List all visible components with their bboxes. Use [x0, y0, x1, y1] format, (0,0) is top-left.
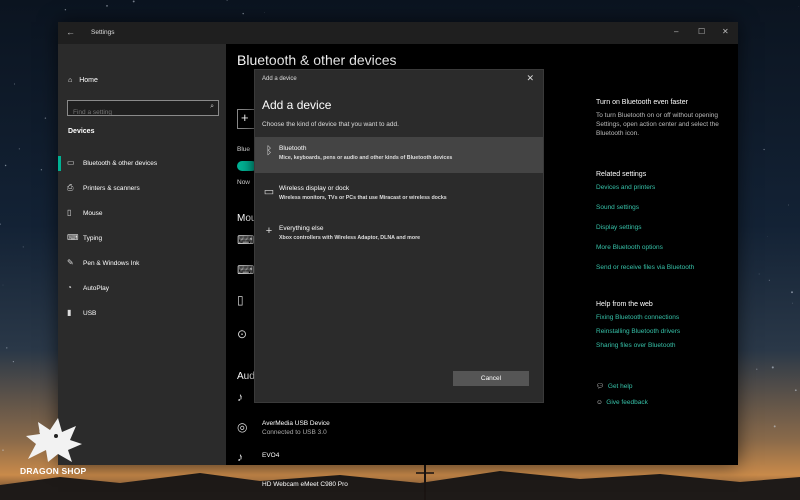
home-icon: ⌂	[68, 77, 73, 84]
related-settings-heading: Related settings	[596, 171, 647, 178]
speaker-icon: ♪	[237, 390, 243, 404]
sidebar-item-label: AutoPlay	[83, 285, 110, 292]
sidebar-item-pen[interactable]: ✎ Pen & Windows Ink	[58, 251, 226, 276]
sidebar: ⌂ Home ⌕ Devices ▭ Bluetooth & other dev…	[58, 44, 226, 465]
maximize-button[interactable]: ☐	[698, 27, 705, 36]
device-item[interactable]: EVO4	[262, 452, 279, 459]
link-reinstalling-drivers[interactable]: Reinstalling Bluetooth drivers	[596, 327, 736, 336]
get-help-label: Get help	[607, 383, 633, 390]
dialog-header: Add a device	[262, 76, 297, 82]
link-fixing-bluetooth[interactable]: Fixing Bluetooth connections	[596, 313, 736, 322]
autoplay-icon: ◔	[67, 283, 72, 292]
give-feedback-label: Give feedback	[606, 399, 648, 406]
printer-icon: ⎙	[67, 183, 74, 192]
device-name: EVO4	[262, 452, 280, 459]
sidebar-item-mouse[interactable]: ▯ Mouse	[58, 201, 226, 226]
dialog-title: Add a device	[262, 98, 332, 112]
window-title: Settings	[91, 29, 115, 36]
sidebar-item-label: USB	[83, 310, 97, 317]
keyboard-icon: ⌨	[237, 233, 255, 247]
dragon-shop-logo: DRAGON SHOP	[18, 414, 100, 484]
bluetooth-label: Blue	[237, 146, 251, 153]
dialog-subtitle: Choose the kind of device that you want …	[262, 121, 399, 128]
add-device-dialog: Add a device ✕ Add a device Choose the k…	[254, 69, 544, 403]
mouse-icon: ▯	[237, 293, 244, 307]
link-more-bluetooth-options[interactable]: More Bluetooth options	[596, 243, 736, 252]
feedback-icon: ☺	[596, 399, 603, 406]
cancel-button[interactable]: Cancel	[453, 371, 529, 386]
monitor-icon: ▭	[263, 186, 275, 198]
link-sharing-files[interactable]: Sharing files over Bluetooth	[596, 341, 736, 350]
sidebar-item-printers[interactable]: ⎙ Printers & scanners	[58, 176, 226, 201]
bluetooth-icon: ᛒ	[265, 145, 273, 157]
sidebar-section-heading: Devices	[68, 128, 95, 135]
sidebar-item-label: Typing	[83, 235, 103, 242]
dragon-icon	[26, 418, 82, 462]
give-feedback-link[interactable]: ☺ Give feedback	[596, 398, 736, 407]
sidebar-item-label: Bluetooth & other devices	[83, 160, 158, 167]
sidebar-nav: ▭ Bluetooth & other devices ⎙ Printers &…	[58, 151, 226, 326]
device-name: AverMedia USB Device	[262, 420, 330, 427]
link-display-settings[interactable]: Display settings	[596, 223, 736, 232]
webcam-icon: ◎	[237, 420, 248, 434]
sidebar-item-typing[interactable]: ⌨ Typing	[58, 226, 226, 251]
now-discoverable-text: Now	[237, 179, 251, 186]
option-title: Bluetooth	[279, 145, 307, 152]
home-label: Home	[79, 77, 98, 84]
speaker-icon: ♪	[237, 450, 243, 464]
device-name: HD Webcam eMeet C980 Pro	[262, 481, 348, 488]
sidebar-item-label: Pen & Windows Ink	[83, 260, 140, 267]
minimize-button[interactable]: –	[674, 27, 678, 36]
option-title: Wireless display or dock	[279, 185, 350, 192]
option-wireless-display[interactable]: ▭ Wireless display or dock Wireless moni…	[255, 177, 543, 213]
keyboard-icon: ⌨	[237, 263, 255, 277]
tip-body: To turn Bluetooth on or off without open…	[596, 112, 719, 137]
sidebar-item-label: Printers & scanners	[83, 185, 140, 192]
page-title: Bluetooth & other devices	[237, 52, 397, 68]
usb-icon: ▮	[67, 308, 72, 317]
option-description: Wireless monitors, TVs or PCs that use M…	[279, 195, 447, 201]
add-device-button[interactable]: +	[237, 109, 255, 129]
device-item[interactable]: HD Webcam eMeet C980 Pro	[262, 481, 348, 488]
sidebar-item-autoplay[interactable]: ◔ AutoPlay	[58, 276, 226, 301]
option-description: Xbox controllers with Wireless Adaptor, …	[279, 235, 421, 241]
pen-icon: ✎	[67, 258, 74, 267]
link-devices-and-printers[interactable]: Devices and printers	[596, 183, 736, 192]
search-icon[interactable]: ⌕	[210, 103, 214, 111]
search-input[interactable]	[68, 107, 208, 118]
sidebar-item-usb[interactable]: ▮ USB	[58, 301, 226, 326]
get-help-link[interactable]: 💬︎ Get help	[596, 382, 736, 391]
tip-heading: Turn on Bluetooth even faster	[596, 99, 688, 106]
sidebar-item-label: Mouse	[83, 210, 103, 217]
bluetooth-devices-icon: ▭	[67, 158, 75, 167]
search-box[interactable]: ⌕	[67, 100, 219, 118]
plus-icon: +	[265, 225, 273, 237]
sidebar-item-bluetooth[interactable]: ▭ Bluetooth & other devices	[58, 151, 226, 176]
keyboard-icon: ⌨	[67, 233, 79, 242]
mouse-icon: ▯	[67, 208, 72, 217]
option-title: Everything else	[279, 225, 324, 232]
close-window-button[interactable]: ✕	[722, 27, 729, 36]
option-description: Mice, keyboards, pens or audio and other…	[279, 155, 453, 161]
help-heading: Help from the web	[596, 301, 653, 308]
back-arrow-icon[interactable]: ←	[66, 27, 75, 37]
option-bluetooth[interactable]: ᛒ Bluetooth Mice, keyboards, pens or aud…	[255, 137, 543, 173]
sidebar-home[interactable]: ⌂ Home	[68, 77, 98, 84]
logo-text: DRAGON SHOP	[20, 466, 87, 476]
option-everything-else[interactable]: + Everything else Xbox controllers with …	[255, 217, 543, 253]
gamepad-icon: ⊙	[237, 327, 248, 341]
device-status: Connected to USB 3.0	[262, 429, 327, 436]
device-item[interactable]: AverMedia USB Device Connected to USB 3.…	[262, 420, 330, 436]
link-sound-settings[interactable]: Sound settings	[596, 203, 736, 212]
plus-icon: +	[241, 110, 249, 125]
dialog-close-icon[interactable]: ✕	[526, 73, 534, 84]
mountain-silhouette	[0, 465, 800, 500]
chat-icon: 💬︎	[596, 383, 605, 390]
title-bar: ← Settings – ☐ ✕	[58, 22, 738, 44]
link-send-receive-files[interactable]: Send or receive files via Bluetooth	[596, 263, 736, 272]
